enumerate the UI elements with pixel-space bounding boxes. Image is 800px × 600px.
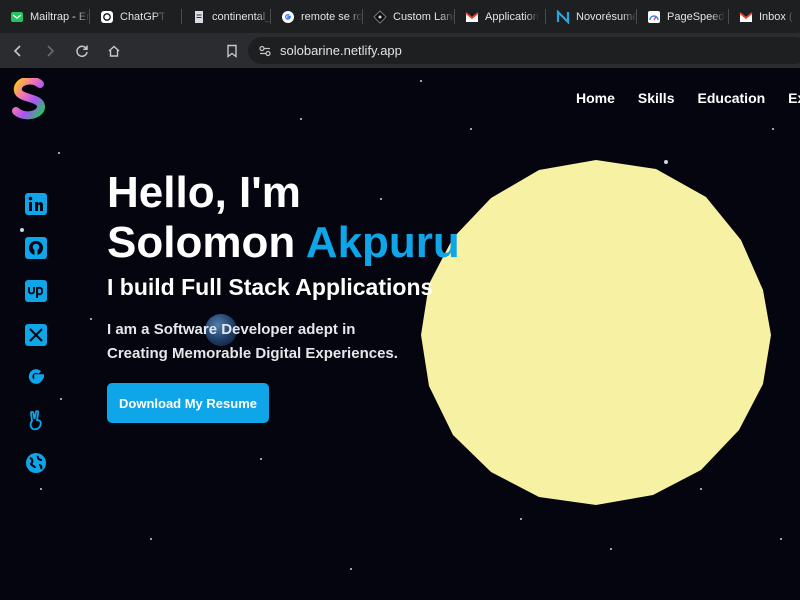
site-navigation: Home Skills Education Exp xyxy=(576,90,800,106)
browser-tab[interactable]: remote se ro xyxy=(271,0,363,33)
star xyxy=(520,518,522,520)
tab-title: Inbox ( xyxy=(759,10,793,23)
peace-hand-icon[interactable] xyxy=(24,409,48,433)
upwork-icon[interactable] xyxy=(24,279,48,303)
arrow-right-icon xyxy=(47,44,55,57)
hero-desc-line2: Creating Memorable Digital Experiences. xyxy=(107,345,398,362)
star xyxy=(420,80,422,82)
novoresume-icon xyxy=(556,9,570,24)
tab-title: remote se ro xyxy=(301,10,363,23)
moon-illustration xyxy=(421,160,771,510)
star xyxy=(780,538,782,540)
home-icon xyxy=(108,45,120,57)
forward-button[interactable] xyxy=(36,37,64,65)
star xyxy=(58,152,60,154)
star xyxy=(772,128,774,130)
google-icon xyxy=(281,10,295,24)
browser-tab[interactable]: ChatGPT xyxy=(90,0,182,33)
linkedin-icon[interactable] xyxy=(24,192,48,216)
browser-tab[interactable]: Novorésumé xyxy=(546,0,637,33)
star xyxy=(610,548,612,550)
url-text: solobarine.netlify.app xyxy=(280,43,402,58)
browser-tab[interactable]: Mailtrap - Em xyxy=(0,0,90,33)
star xyxy=(40,488,42,490)
github-icon[interactable] xyxy=(24,236,48,260)
nav-link-exp[interactable]: Exp xyxy=(788,90,800,106)
hero-title: Hello, I'm Solomon Akpuru xyxy=(107,168,460,268)
document-icon xyxy=(192,10,206,24)
home-button[interactable] xyxy=(100,37,128,65)
tab-title: Custom Land xyxy=(393,10,455,23)
tab-title: PageSpeed xyxy=(667,10,725,23)
star xyxy=(90,318,92,320)
globe-icon[interactable] xyxy=(24,451,48,475)
browser-tab[interactable]: Inbox ( xyxy=(729,0,800,33)
gmail-icon xyxy=(739,10,753,24)
hero-first-name: Solomon xyxy=(107,218,296,267)
pagespeed-icon xyxy=(647,10,661,24)
back-button[interactable] xyxy=(4,37,32,65)
site-settings-icon[interactable] xyxy=(258,44,272,58)
site-logo[interactable] xyxy=(10,76,50,125)
x-twitter-icon[interactable] xyxy=(24,323,48,347)
chatgpt-icon xyxy=(100,10,114,24)
star xyxy=(470,128,472,130)
star xyxy=(60,398,62,400)
tab-title: continental_ xyxy=(212,10,271,23)
web-page: Home Skills Education Exp Hello, I'm Solomo… xyxy=(0,68,800,600)
nav-link-home[interactable]: Home xyxy=(576,90,615,106)
nav-link-skills[interactable]: Skills xyxy=(638,90,675,106)
mailtrap-icon xyxy=(10,10,24,24)
hero-description: I am a Software Developer adept in Creat… xyxy=(107,318,427,366)
bookmark-button[interactable] xyxy=(218,37,246,65)
address-bar[interactable]: solobarine.netlify.app xyxy=(248,37,800,64)
browser-tab[interactable]: PageSpeed xyxy=(637,0,729,33)
figma-icon xyxy=(373,9,387,24)
google-icon[interactable] xyxy=(24,365,48,389)
reload-icon xyxy=(76,45,88,57)
tab-title: ChatGPT xyxy=(120,10,166,23)
hero-subtitle: I build Full Stack Applications xyxy=(107,274,434,300)
star xyxy=(20,228,24,232)
hero-desc-line1: I am a Software Developer adept in xyxy=(107,321,356,338)
tab-title: Mailtrap - Em xyxy=(30,10,90,23)
hero-last-name: Akpuru xyxy=(305,218,460,267)
download-resume-button[interactable]: Download My Resume xyxy=(107,383,269,423)
browser-tab[interactable]: Application xyxy=(455,0,546,33)
arrow-left-icon xyxy=(13,44,21,57)
browser-tab-strip: Mailtrap - Em ChatGPT continental_ remote s… xyxy=(0,0,800,33)
star xyxy=(300,118,302,120)
nav-link-education[interactable]: Education xyxy=(698,90,766,106)
reload-button[interactable] xyxy=(68,37,96,65)
tab-title: Novorésumé xyxy=(576,10,637,23)
star xyxy=(350,568,352,570)
star xyxy=(150,538,152,540)
tab-title: Application xyxy=(485,10,539,23)
hero-greeting: Hello, I'm xyxy=(107,168,301,217)
browser-tab[interactable]: continental_ xyxy=(182,0,271,33)
browser-tab[interactable]: Custom Land xyxy=(363,0,455,33)
gmail-icon xyxy=(465,10,479,24)
bookmark-icon xyxy=(227,44,237,58)
star xyxy=(260,458,262,460)
